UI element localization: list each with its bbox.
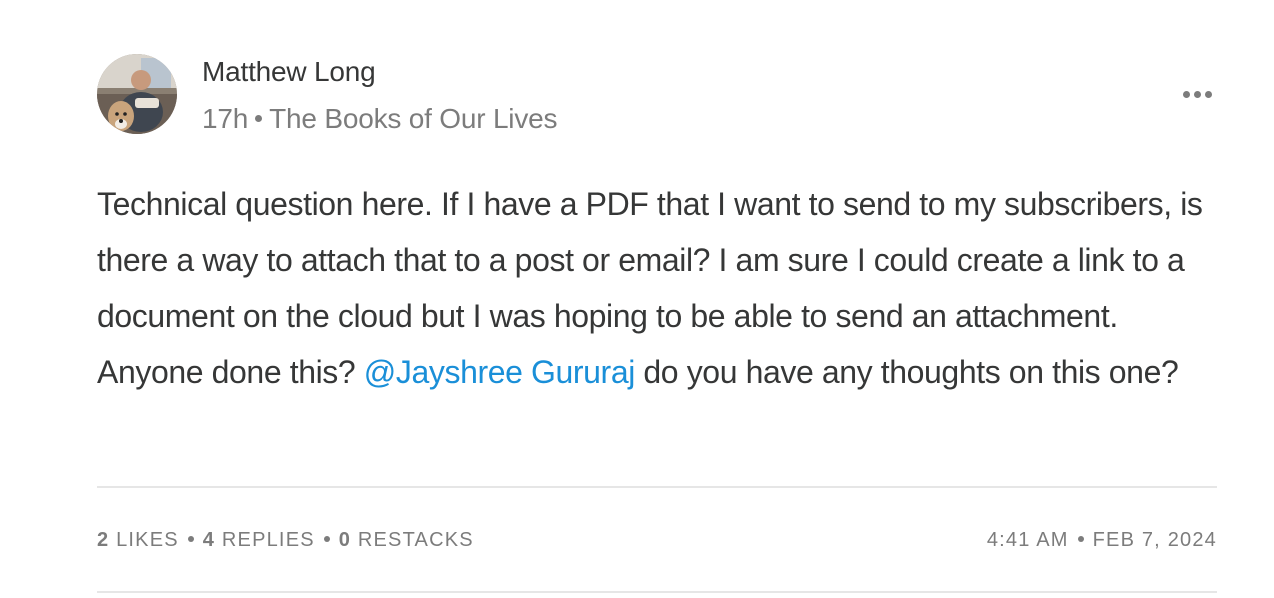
post-time: 4:41 AM xyxy=(986,529,1069,551)
ellipsis-icon-dot xyxy=(1182,90,1190,98)
post-body: Technical question here. If I have a PDF… xyxy=(97,176,1227,400)
post-time-ago: 17h xyxy=(202,103,249,134)
stats-separator-dot xyxy=(323,535,330,542)
author-avatar[interactable] xyxy=(97,54,177,134)
replies-label: REPLIES xyxy=(221,529,315,551)
ellipsis-icon-dot xyxy=(1204,90,1212,98)
post-meta: 17h The Books of Our Lives xyxy=(202,101,558,137)
post-timestamp[interactable]: 4:41 AM FEB 7, 2024 xyxy=(987,527,1217,553)
user-mention-link[interactable]: @Jayshree Gururaj xyxy=(364,354,636,390)
more-options-button[interactable] xyxy=(1176,80,1218,108)
note-post: Matthew Long 17h The Books of Our Lives T… xyxy=(0,0,1274,598)
author-name[interactable]: Matthew Long xyxy=(202,54,376,90)
ellipsis-icon-dot xyxy=(1193,90,1201,98)
likes-stat[interactable]: 2 LIKES xyxy=(97,529,179,551)
restacks-label: RESTACKS xyxy=(357,529,474,551)
timestamp-separator-dot xyxy=(1077,535,1084,542)
divider-bottom xyxy=(97,591,1217,593)
post-stats: 2 LIKES 4 REPLIES 0 RESTACKS xyxy=(97,527,474,553)
stats-separator-dot xyxy=(187,535,194,542)
replies-stat[interactable]: 4 REPLIES xyxy=(203,529,315,551)
restacks-count: 0 xyxy=(338,529,352,551)
user-avatar-photo-icon xyxy=(97,54,177,134)
divider-top xyxy=(97,486,1217,488)
publication-link[interactable]: The Books of Our Lives xyxy=(269,103,557,134)
post-body-text-end: do you have any thoughts on this one? xyxy=(634,354,1179,390)
likes-label: LIKES xyxy=(116,529,179,551)
restacks-stat[interactable]: 0 RESTACKS xyxy=(339,529,474,551)
meta-separator-dot xyxy=(255,115,263,123)
post-date: FEB 7, 2024 xyxy=(1092,529,1217,551)
likes-count: 2 xyxy=(97,529,110,551)
replies-count: 4 xyxy=(202,529,216,551)
